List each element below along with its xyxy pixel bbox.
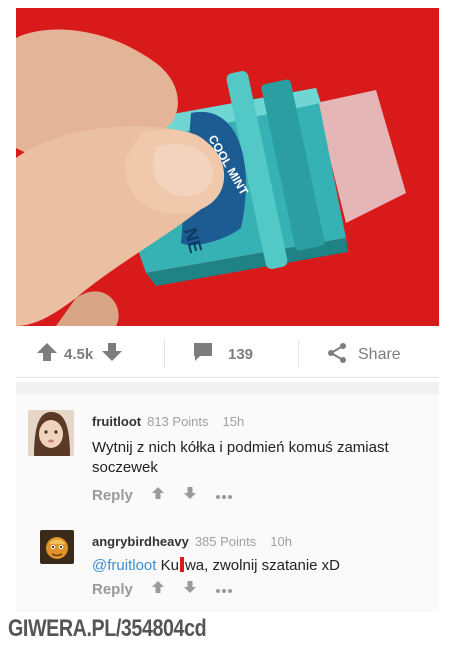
action-divider [164,340,165,368]
comment-text-end: wa, zwolnij szatanie xD [184,557,341,574]
comment-bubble-icon [192,342,214,366]
share-button[interactable]: Share [326,342,401,368]
comment-points: 813 Points [147,414,209,429]
downvote-arrow-icon[interactable] [183,486,197,504]
reply-button[interactable]: Reply [92,487,133,504]
action-divider [298,340,299,368]
comment-text: @fruitloot Ku wa, zwolnij szatanie xD [92,556,412,576]
post-action-bar: 4.5k 139 Share [16,330,439,378]
comment-text: Wytnij z nich kółka i podmień komuś zami… [92,439,389,476]
more-options-icon[interactable] [215,581,233,598]
share-label: Share [358,346,401,363]
comment-meta: fruitloot 813 Points 15h [92,414,244,429]
comment-username[interactable]: fruitloot [92,414,141,429]
comments-divider [16,382,439,394]
comment-time: 10h [270,534,292,549]
post-image[interactable]: COOL MINT NE [16,8,439,326]
comment-count: 139 [228,345,254,363]
reply-button[interactable]: Reply [92,581,133,598]
avatar[interactable] [40,530,74,564]
downvote-arrow-icon[interactable] [101,342,123,366]
site-watermark: GIWERA.PL/354804cd [8,615,207,642]
downvote-arrow-icon[interactable] [183,580,197,598]
avatar[interactable] [28,410,74,456]
watermark-footer: GIWERA.PL/354804cd [0,612,450,645]
comment-text-start: Ku [160,557,179,574]
comment-time: 15h [222,414,245,429]
comment-meta: angrybirdheavy 385 Points 10h [92,534,292,549]
upvote-arrow-icon[interactable] [151,580,165,598]
more-options-icon[interactable] [215,487,233,504]
comment-actions: Reply [92,486,233,504]
comment-username[interactable]: angrybirdheavy [92,534,189,549]
comment-points: 385 Points [194,534,257,549]
comment-actions: Reply [92,580,233,598]
comments-button[interactable]: 139 [192,342,253,366]
user-mention-link[interactable]: @fruitloot [92,557,156,574]
photo-illustration: COOL MINT NE [16,8,439,326]
upvote-count: 4.5k [64,345,94,363]
share-icon [326,342,348,368]
upvote-arrow-icon[interactable] [36,342,58,366]
censor-mark [179,557,184,572]
vote-group: 4.5k [36,342,123,366]
upvote-arrow-icon[interactable] [151,486,165,504]
